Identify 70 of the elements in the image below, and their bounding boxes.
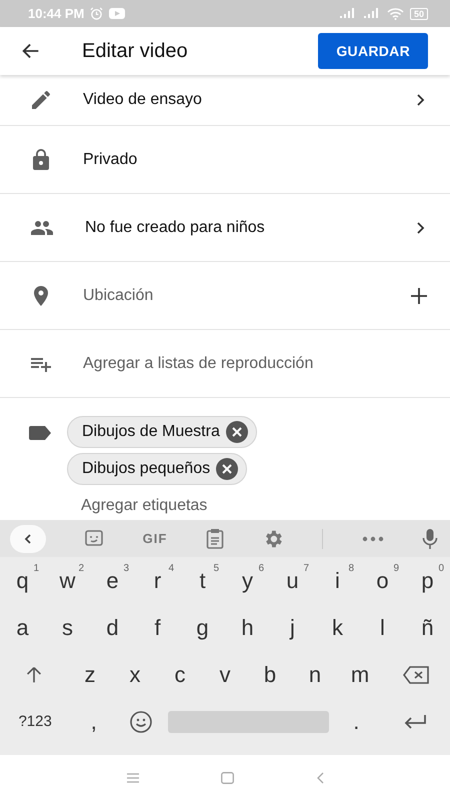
key[interactable]: p $^{0}$ [405, 557, 450, 604]
key[interactable]: h [225, 604, 270, 651]
back-icon[interactable] [316, 772, 324, 784]
key[interactable]: y $^{6}$ [225, 557, 270, 604]
key-hint: 6 [258, 563, 264, 574]
key-hint: 3 [123, 563, 129, 574]
key[interactable]: x [112, 651, 158, 698]
key[interactable]: i $^{8}$ [315, 557, 360, 604]
key-hint: 2 [78, 563, 84, 574]
key[interactable]: r $^{4}$ [135, 557, 180, 604]
key[interactable]: l [360, 604, 405, 651]
microphone-icon[interactable] [422, 528, 438, 550]
sticker-icon[interactable] [84, 528, 104, 548]
key-hint: 5 [213, 563, 219, 574]
key[interactable]: ñ [405, 604, 450, 651]
key-hint: 8 [348, 563, 354, 574]
label-tag-icon [29, 426, 51, 440]
key[interactable]: o $^{9}$ [360, 557, 405, 604]
key[interactable]: g [180, 604, 225, 651]
symbols-key[interactable]: ?123 [0, 698, 70, 745]
key[interactable]: t $^{5}$ [180, 557, 225, 604]
home-square-icon[interactable] [220, 772, 234, 784]
key[interactable]: , [70, 698, 118, 745]
key-hint: 7 [303, 563, 309, 574]
setting-label[interactable]: Ubicación [83, 286, 410, 304]
plus-icon[interactable] [410, 286, 428, 304]
tag-chip[interactable]: Dibujos de Muestra [67, 416, 257, 448]
smiley-icon [128, 710, 153, 734]
key-hint: 0 [438, 563, 444, 574]
key[interactable]: v [202, 651, 248, 698]
save-button[interactable]: GUARDAR [318, 33, 428, 69]
gif-button[interactable]: GIF [142, 531, 168, 546]
key[interactable]: j [270, 604, 315, 651]
key[interactable]: . [332, 698, 380, 745]
key[interactable]: k [315, 604, 360, 651]
setting-label[interactable]: Privado [83, 150, 428, 168]
signal-icon [338, 8, 357, 19]
key[interactable]: z [68, 651, 112, 698]
pencil-icon [29, 88, 53, 112]
setting-label[interactable]: No fue creado para niños [85, 218, 414, 236]
key[interactable]: m [338, 651, 382, 698]
screen-title: Editar video [82, 40, 189, 62]
more-icon[interactable] [362, 536, 384, 542]
key-hint: 9 [393, 563, 399, 574]
clipboard-icon[interactable] [206, 528, 224, 550]
menu-icon[interactable] [126, 772, 138, 782]
key[interactable]: e $^{3}$ [90, 557, 135, 604]
key[interactable]: u $^{7}$ [270, 557, 315, 604]
key[interactable]: c [158, 651, 202, 698]
video-play-icon [109, 8, 126, 19]
tag-chip[interactable]: Dibujos pequeños [67, 453, 248, 485]
key[interactable]: a [0, 604, 45, 651]
alarm-icon [90, 7, 104, 20]
wifi-icon [386, 8, 404, 20]
setting-label[interactable]: Video de ensayo [83, 91, 414, 109]
signal-icon [362, 8, 381, 19]
key[interactable]: w$^{2}$ [45, 557, 90, 604]
key[interactable]: n [292, 651, 338, 698]
setting-label[interactable]: Agregar a listas de reproducción [83, 354, 428, 372]
key[interactable]: b [248, 651, 292, 698]
backspace-icon [402, 664, 430, 684]
key[interactable]: q $^{1}$ [0, 557, 45, 604]
key[interactable]: f [135, 604, 180, 651]
key-hint: 1 [33, 563, 39, 574]
remove-icon[interactable] [216, 458, 238, 480]
remove-icon[interactable] [226, 421, 248, 443]
collapse-button[interactable] [10, 524, 46, 552]
key[interactable]: d [90, 604, 135, 651]
key[interactable]: s [45, 604, 90, 651]
key-hint: 4 [168, 563, 174, 574]
